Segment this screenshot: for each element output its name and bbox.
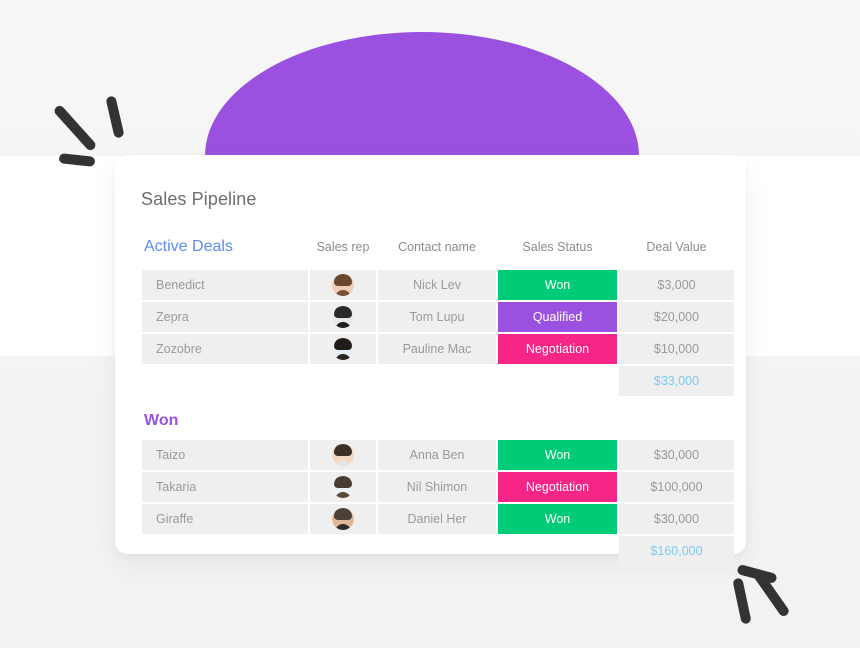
total-deal-value-won: $160,000 — [619, 536, 734, 566]
spacer-cell — [498, 398, 617, 438]
cell-empty — [378, 366, 496, 396]
cell-sales-status[interactable]: Won — [498, 504, 617, 534]
avatar-woman-brown-hair — [332, 274, 354, 296]
table-row[interactable]: Zozobre Pauline Mac Negotiation $10,000 — [142, 334, 734, 364]
status-badge: Negotiation — [498, 334, 617, 364]
cell-deal-name: Takaria — [142, 472, 308, 502]
scribble-mark — [105, 95, 125, 139]
table-row[interactable]: Takaria Nil Shimon Negotiation $100,000 — [142, 472, 734, 502]
cell-empty — [378, 536, 496, 566]
column-header-contact-name: Contact name — [398, 240, 476, 254]
cell-sales-rep — [310, 302, 376, 332]
cell-empty — [142, 536, 308, 566]
status-badge: Won — [498, 440, 617, 470]
column-header-sales-status: Sales Status — [522, 240, 593, 254]
group-header-won: Won — [144, 412, 179, 429]
table-total-row: $160,000 — [142, 536, 734, 566]
table-header: Active Deals Sales rep Contact name Sale… — [142, 236, 734, 268]
cell-deal-name: Zepra — [142, 302, 308, 332]
total-deal-value-active: $33,000 — [619, 366, 734, 396]
cell-deal-value: $30,000 — [619, 504, 734, 534]
cell-contact-name: Pauline Mac — [378, 334, 496, 364]
avatar-man-glasses — [332, 444, 354, 466]
cell-deal-name: Taizo — [142, 440, 308, 470]
status-badge: Negotiation — [498, 472, 617, 502]
cell-sales-status[interactable]: Won — [498, 270, 617, 300]
avatar-woman-curly-hair — [332, 476, 354, 498]
status-badge: Qualified — [498, 302, 617, 332]
avatar-man-beard — [332, 508, 354, 530]
cell-sales-status[interactable]: Negotiation — [498, 472, 617, 502]
table-header-row: Active Deals Sales rep Contact name Sale… — [142, 236, 734, 268]
cell-deal-value: $30,000 — [619, 440, 734, 470]
avatar-woman-dark-hair — [332, 338, 354, 360]
cell-empty — [498, 366, 617, 396]
table-total-row: $33,000 — [142, 366, 734, 396]
cell-deal-value: $100,000 — [619, 472, 734, 502]
table-row[interactable]: Zepra Tom Lupu Qualified $20,000 — [142, 302, 734, 332]
table-row[interactable]: Giraffe Daniel Her Won $30,000 — [142, 504, 734, 534]
cell-contact-name: Daniel Her — [378, 504, 496, 534]
table-row[interactable]: Taizo Anna Ben Won $30,000 — [142, 440, 734, 470]
cell-deal-name: Giraffe — [142, 504, 308, 534]
cell-empty — [310, 536, 376, 566]
cell-sales-rep — [310, 270, 376, 300]
spacer-cell — [378, 398, 496, 438]
cell-sales-status[interactable]: Negotiation — [498, 334, 617, 364]
cell-contact-name: Anna Ben — [378, 440, 496, 470]
group-header-row-won: Won — [142, 398, 734, 438]
cell-contact-name: Tom Lupu — [378, 302, 496, 332]
group-header-active-deals: Active Deals — [144, 238, 233, 255]
cell-sales-rep — [310, 334, 376, 364]
cell-sales-rep — [310, 504, 376, 534]
table-body-active-deals: Benedict Nick Lev Won $3,000 Zepra Tom L… — [142, 270, 734, 396]
cell-sales-status[interactable]: Qualified — [498, 302, 617, 332]
cell-deal-value: $20,000 — [619, 302, 734, 332]
scribble-mark — [732, 577, 752, 625]
scribble-mark — [58, 153, 96, 167]
table-body-won: Won Taizo Anna Ben Won $30,000 Takaria N… — [142, 398, 734, 566]
cell-sales-rep — [310, 440, 376, 470]
cell-empty — [310, 366, 376, 396]
page-title: Sales Pipeline — [141, 189, 257, 209]
sales-pipeline-table: Active Deals Sales rep Contact name Sale… — [140, 234, 736, 568]
cell-sales-rep — [310, 472, 376, 502]
cell-deal-value: $10,000 — [619, 334, 734, 364]
scribble-mark — [52, 103, 98, 153]
sales-pipeline-card: Sales Pipeline Active Deals Sales rep Co… — [115, 155, 746, 566]
spacer-cell — [310, 398, 376, 438]
cell-deal-name: Benedict — [142, 270, 308, 300]
table-row[interactable]: Benedict Nick Lev Won $3,000 — [142, 270, 734, 300]
cell-deal-value: $3,000 — [619, 270, 734, 300]
avatar-man-suit-bw — [332, 306, 354, 328]
cell-contact-name: Nil Shimon — [378, 472, 496, 502]
cell-deal-name: Zozobre — [142, 334, 308, 364]
column-header-deal-value: Deal Value — [646, 240, 707, 254]
status-badge: Won — [498, 270, 617, 300]
sparkle-scribble-bottom-right-icon — [732, 538, 806, 625]
cell-sales-status[interactable]: Won — [498, 440, 617, 470]
spacer-cell — [619, 398, 734, 438]
cell-contact-name: Nick Lev — [378, 270, 496, 300]
column-header-sales-rep: Sales rep — [316, 240, 370, 254]
cell-empty — [142, 366, 308, 396]
status-badge: Won — [498, 504, 617, 534]
cell-empty — [498, 536, 617, 566]
